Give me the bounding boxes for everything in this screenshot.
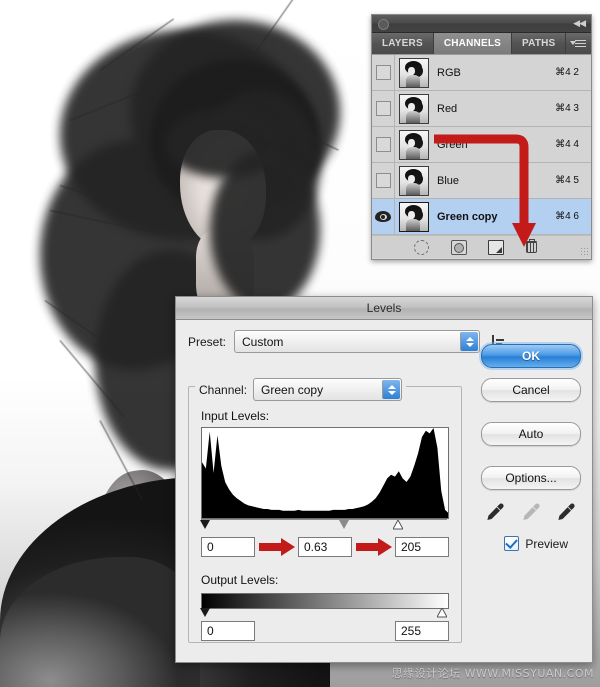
output-gradient-ramp <box>201 593 449 609</box>
tab-paths[interactable]: PATHS <box>512 33 567 54</box>
tab-layers[interactable]: LAYERS <box>372 33 434 54</box>
output-slider-track[interactable] <box>200 608 447 619</box>
channel-name: Green <box>437 138 468 151</box>
auto-button[interactable]: Auto <box>481 422 581 446</box>
channel-value: Green copy <box>261 382 324 397</box>
panel-menu-icon[interactable] <box>570 38 586 49</box>
delete-channel-icon[interactable] <box>524 238 540 255</box>
channel-thumbnail <box>399 129 429 160</box>
set-black-point-eyedropper[interactable] <box>484 501 505 522</box>
input-black-field[interactable]: 0 <box>201 537 255 557</box>
input-black-point-slider[interactable] <box>200 520 210 529</box>
channel-dropdown[interactable]: Green copy <box>253 378 403 401</box>
preset-value: Custom <box>242 334 284 349</box>
channel-shortcut: ⌘4 5 <box>555 175 579 186</box>
eye-toggle-off-icon[interactable] <box>375 65 391 80</box>
set-gray-point-eyedropper[interactable] <box>520 501 541 522</box>
channel-shortcut: ⌘4 3 <box>555 103 579 114</box>
create-new-channel-icon[interactable] <box>487 239 504 255</box>
options-button[interactable]: Options... <box>481 466 581 490</box>
input-white-point-slider[interactable] <box>393 520 403 530</box>
channel-label: Channel: <box>199 382 248 397</box>
tab-channels[interactable]: CHANNELS <box>433 33 513 54</box>
dialog-button-column[interactable]: OK Cancel Auto Options... <box>481 344 581 500</box>
panel-resize-grip[interactable] <box>580 247 589 256</box>
preview-checkbox-row[interactable]: Preview <box>504 536 568 551</box>
channel-list: RGB ⌘4 2 Red ⌘4 3 Green ⌘4 4 Blue ⌘4 5 G… <box>372 55 591 235</box>
channel-thumbnail <box>399 165 429 196</box>
visibility-cell[interactable] <box>372 163 395 198</box>
panel-tabbar[interactable]: LAYERS CHANNELS PATHS <box>372 33 591 55</box>
channel-row-rgb[interactable]: RGB ⌘4 2 <box>372 55 591 91</box>
output-level-fields[interactable]: 0 255 <box>201 621 449 643</box>
channel-name: Green copy <box>437 210 498 223</box>
annotation-arrow-white-point <box>356 538 392 556</box>
channel-row-green[interactable]: Green ⌘4 4 <box>372 127 591 163</box>
channel-row-red[interactable]: Red ⌘4 3 <box>372 91 591 127</box>
input-levels-label: Input Levels: <box>201 409 270 423</box>
eye-toggle-off-icon[interactable] <box>375 137 391 152</box>
input-white-field[interactable]: 205 <box>395 537 449 557</box>
input-gamma-slider[interactable] <box>339 520 349 529</box>
visibility-cell[interactable] <box>372 55 395 90</box>
eyedropper-group[interactable] <box>484 500 576 522</box>
channels-panel[interactable]: ◀◀ LAYERS CHANNELS PATHS RGB ⌘4 2 Red ⌘4… <box>371 14 592 260</box>
panel-titlebar[interactable]: ◀◀ <box>372 15 591 33</box>
panel-collapse-icon[interactable]: ◀◀ <box>573 18 586 29</box>
eye-visible-icon[interactable] <box>375 211 391 222</box>
channel-thumbnail <box>399 93 429 124</box>
channel-thumbnail <box>399 57 429 88</box>
levels-groupbox: Channel: Green copy Input Levels: 0 0.63… <box>188 378 462 643</box>
channel-shortcut: ⌘4 2 <box>555 67 579 78</box>
visibility-cell[interactable] <box>372 127 395 162</box>
input-slider-track[interactable] <box>200 519 447 531</box>
annotation-arrow-gamma <box>259 538 295 556</box>
eye-toggle-off-icon[interactable] <box>375 101 391 116</box>
input-histogram <box>201 427 449 519</box>
channel-shortcut: ⌘4 6 <box>555 211 579 222</box>
chevron-updown-icon[interactable] <box>460 332 479 351</box>
watermark: 思缘设计论坛 WWW.MISSYUAN.COM <box>391 667 594 680</box>
input-level-fields[interactable]: 0 0.63 205 <box>201 537 449 559</box>
preview-label: Preview <box>525 536 568 551</box>
channel-row-blue[interactable]: Blue ⌘4 5 <box>372 163 591 199</box>
output-white-field[interactable]: 255 <box>395 621 449 641</box>
levels-dialog[interactable]: Levels Preset: Custom Channel: Green cop… <box>175 296 593 663</box>
preview-checkbox[interactable] <box>504 536 520 551</box>
channel-name: RGB <box>437 66 461 79</box>
output-black-point-slider[interactable] <box>200 608 210 617</box>
channel-shortcut: ⌘4 4 <box>555 139 579 150</box>
visibility-cell[interactable] <box>372 91 395 126</box>
hair-back-of-head <box>210 150 320 310</box>
cancel-button[interactable]: Cancel <box>481 378 581 402</box>
channel-name: Red <box>437 102 458 115</box>
channels-footer-toolbar[interactable] <box>372 235 591 258</box>
eye-toggle-off-icon[interactable] <box>375 173 391 188</box>
channel-name: Blue <box>437 174 460 187</box>
save-selection-as-channel-icon[interactable] <box>450 239 467 255</box>
channel-thumbnail <box>399 201 429 232</box>
output-black-field[interactable]: 0 <box>201 621 255 641</box>
panel-close-icon[interactable] <box>378 19 389 30</box>
levels-dialog-title: Levels <box>176 297 592 320</box>
output-white-point-slider[interactable] <box>437 608 447 618</box>
load-channel-as-selection-icon[interactable] <box>413 239 429 255</box>
channel-row-green-copy[interactable]: Green copy ⌘4 6 <box>372 199 591 235</box>
preset-label: Preset: <box>188 334 227 349</box>
set-white-point-eyedropper[interactable] <box>555 501 576 522</box>
output-levels-label: Output Levels: <box>201 573 279 587</box>
chevron-updown-icon[interactable] <box>382 380 401 399</box>
ok-button[interactable]: OK <box>481 344 581 368</box>
channel-row: Channel: Green copy <box>195 378 407 401</box>
visibility-cell[interactable] <box>372 199 395 234</box>
histogram-plot <box>202 428 448 518</box>
preset-dropdown[interactable]: Custom <box>234 330 481 353</box>
input-gamma-field[interactable]: 0.63 <box>298 537 352 557</box>
